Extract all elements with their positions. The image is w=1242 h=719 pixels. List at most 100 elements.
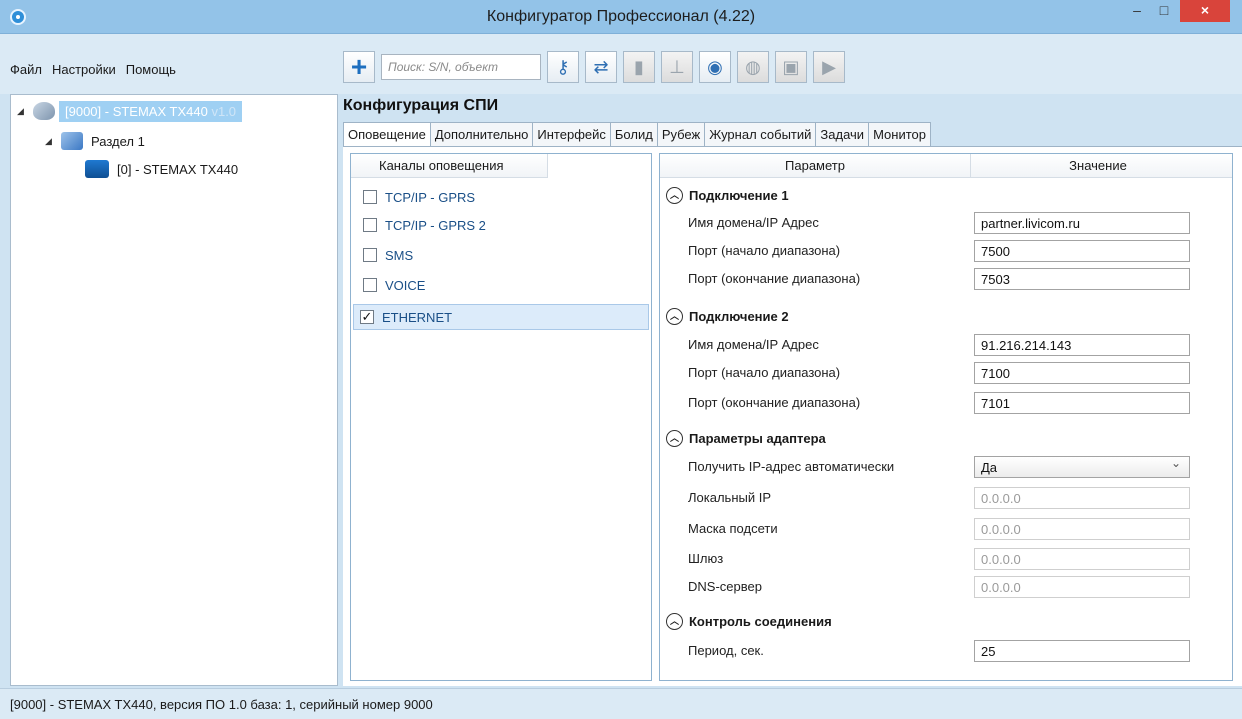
param-label: Локальный IP (688, 490, 772, 505)
connect-icon[interactable]: ⇄ (585, 51, 617, 83)
dns-server-input[interactable]: 0.0.0.0 (974, 576, 1190, 598)
param-label: Порт (окончание диапазона) (688, 271, 861, 286)
tab-monitor[interactable]: Монитор (868, 122, 931, 147)
param-label: Имя домена/IP Адрес (688, 215, 819, 230)
param-label: Маска подсети (688, 521, 778, 536)
channel-checkbox[interactable] (363, 248, 377, 262)
domain-input[interactable]: partner.livicom.ru (974, 212, 1190, 234)
param-row: Порт (начало диапазона) 7500 (660, 238, 1232, 264)
group-icon (61, 132, 83, 150)
channel-checkbox[interactable] (363, 278, 377, 292)
section-connection-2[interactable]: ︿ Подключение 2 (666, 305, 789, 327)
channel-item-selected[interactable]: ✓ ETHERNET (353, 304, 649, 330)
column-param: Параметр (785, 158, 845, 173)
param-label: Имя домена/IP Адрес (688, 337, 819, 352)
gateway-input[interactable]: 0.0.0.0 (974, 548, 1190, 570)
param-row: Локальный IP 0.0.0.0 (660, 485, 1232, 511)
close-button[interactable]: × (1180, 0, 1230, 22)
port-end-input[interactable]: 7503 (974, 268, 1190, 290)
period-input[interactable]: 25 (974, 640, 1190, 662)
menu-help[interactable]: Помощь (126, 62, 176, 77)
device-item-icon (85, 160, 109, 178)
param-row: Имя домена/IP Адрес 91.216.214.143 (660, 332, 1232, 358)
params-header: Параметр Значение (660, 154, 1232, 178)
channel-label: TCP/IP - GPRS 2 (385, 217, 486, 233)
param-row: Период, сек. 25 (660, 638, 1232, 664)
maximize-button[interactable]: □ (1150, 0, 1178, 22)
search-input[interactable]: Поиск: S/N, объект (381, 54, 541, 80)
param-label: Порт (начало диапазона) (688, 243, 841, 258)
menu-settings[interactable]: Настройки (52, 62, 116, 77)
channel-label: VOICE (385, 277, 426, 293)
port-start-input[interactable]: 7500 (974, 240, 1190, 262)
device-icon[interactable]: ▣ (775, 51, 807, 83)
param-label: Порт (окончание диапазона) (688, 395, 861, 410)
add-icon[interactable]: + (343, 51, 375, 83)
channel-item[interactable]: TCP/IP - GPRS 2 (357, 212, 649, 238)
modem-icon[interactable]: ⊥ (661, 51, 693, 83)
channel-label: TCP/IP - GPRS (385, 189, 476, 205)
status-text: [9000] - STEMAX TX440, версия ПО 1.0 баз… (10, 697, 433, 712)
channel-checkbox-checked[interactable]: ✓ (360, 310, 374, 324)
auto-ip-select[interactable]: Да (974, 456, 1190, 478)
param-label: Получить IP-адрес автоматически (688, 459, 895, 474)
param-row: Порт (окончание диапазона) 7503 (660, 266, 1232, 292)
wifi-icon[interactable]: ◉ (699, 51, 731, 83)
device-icon (33, 102, 55, 120)
tree-item-root[interactable]: ◢ [9000] - STEMAX TX440 v1.0 (17, 99, 243, 123)
domain-input[interactable]: 91.216.214.143 (974, 334, 1190, 356)
tab-tasks[interactable]: Задачи (815, 122, 869, 147)
section-title: Подключение 1 (689, 187, 789, 203)
title-bar: Конфигуратор Профессионал (4.22) – □ × (0, 0, 1242, 34)
section-title: Контроль соединения (689, 613, 832, 629)
param-label: Порт (начало диапазона) (688, 365, 841, 380)
port-end-input[interactable]: 7101 (974, 392, 1190, 414)
window-title: Конфигуратор Профессионал (4.22) (486, 8, 756, 25)
usb-icon[interactable]: ▮ (623, 51, 655, 83)
collapse-icon[interactable]: ︿ (666, 429, 683, 447)
param-row: Имя домена/IP Адрес partner.livicom.ru (660, 210, 1232, 236)
minimize-button[interactable]: – (1124, 0, 1150, 22)
channel-item[interactable]: TCP/IP - GPRS (357, 184, 649, 210)
tree-root-label: [9000] - STEMAX TX440 v1.0 (59, 100, 243, 122)
channels-list: Каналы оповещения TCP/IP - GPRS TCP/IP -… (350, 153, 652, 681)
port-start-input[interactable]: 7100 (974, 362, 1190, 384)
tab-additional[interactable]: Дополнительно (429, 122, 533, 147)
tree-item-device[interactable]: [0] - STEMAX TX440 (85, 157, 242, 181)
page-title: Конфигурация СПИ (343, 97, 499, 114)
expand-arrow-icon[interactable]: ◢ (45, 136, 57, 147)
subnet-mask-input[interactable]: 0.0.0.0 (974, 518, 1190, 540)
param-row: Порт (начало диапазона) 7100 (660, 360, 1232, 386)
channel-label: ETHERNET (382, 309, 453, 325)
collapse-icon[interactable]: ︿ (666, 612, 683, 630)
parameters-grid: Параметр Значение ︿ Подключение 1 Имя до… (659, 153, 1233, 681)
tab-rubezh[interactable]: Рубеж (656, 122, 705, 147)
tab-notification[interactable]: Оповещение (343, 122, 430, 147)
column-value: Значение (970, 154, 1225, 178)
collapse-icon[interactable]: ︿ (666, 186, 683, 204)
channel-item[interactable]: SMS (357, 242, 649, 268)
channel-item[interactable]: VOICE (357, 272, 649, 298)
param-label: Период, сек. (688, 643, 764, 658)
menu-file[interactable]: Файл (10, 62, 42, 77)
section-connection-1[interactable]: ︿ Подключение 1 (666, 184, 789, 206)
param-row: Порт (окончание диапазона) 7101 (660, 390, 1232, 416)
tab-bolid[interactable]: Болид (609, 122, 657, 147)
channel-checkbox[interactable] (363, 190, 377, 204)
tree-item-section[interactable]: ◢ Раздел 1 (45, 129, 149, 153)
expand-arrow-icon[interactable]: ◢ (17, 106, 29, 117)
section-adapter-params[interactable]: ︿ Параметры адаптера (666, 427, 826, 449)
tab-event-log[interactable]: Журнал событий (704, 122, 816, 147)
tab-interface[interactable]: Интерфейс (532, 122, 610, 147)
tree-section-label: Раздел 1 (91, 133, 145, 149)
collapse-icon[interactable]: ︿ (666, 307, 683, 325)
play-icon[interactable]: ▶ (813, 51, 845, 83)
param-row: Маска подсети 0.0.0.0 (660, 516, 1232, 542)
search-key-icon[interactable]: ⚷ (547, 51, 579, 83)
menu-bar: Файл Настройки Помощь (10, 62, 176, 77)
channel-checkbox[interactable] (363, 218, 377, 232)
local-ip-input[interactable]: 0.0.0.0 (974, 487, 1190, 509)
network-icon[interactable]: ◍ (737, 51, 769, 83)
section-connection-control[interactable]: ︿ Контроль соединения (666, 610, 832, 632)
section-title: Подключение 2 (689, 308, 789, 324)
